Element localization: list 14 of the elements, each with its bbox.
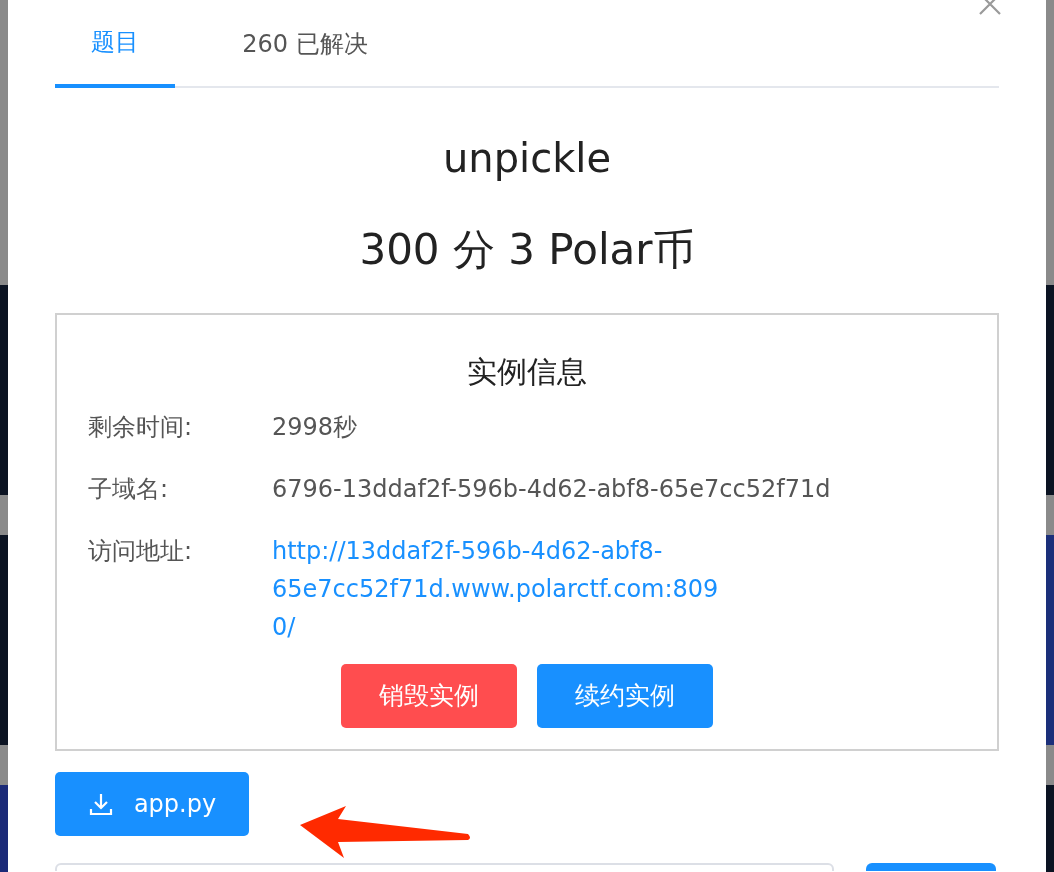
field-label: 访问地址:	[88, 536, 194, 567]
access-link[interactable]: http://13ddaf2f-596b-4d62-abf8-65e7cc52f71d.www.polarctf.com:8090/	[272, 532, 732, 646]
panel-heading: 实例信息	[466, 353, 588, 391]
download-button[interactable]: app.py	[55, 772, 249, 836]
destroy-button[interactable]: 销毁实例	[341, 664, 517, 728]
tab[interactable]: 260 已解决	[175, 0, 435, 88]
field-label: 子域名:	[88, 474, 170, 505]
tab[interactable]: 题目	[55, 0, 175, 88]
challenge-reward: 300 分 3 Polar币	[358, 225, 696, 275]
field-value: 2998秒	[272, 412, 358, 443]
field-value: 6796-13ddaf2f-596b-4d62-abf8-65e7cc52f71d	[272, 474, 831, 505]
challenge-title: unpickle	[441, 134, 613, 182]
renew-button[interactable]: 续约实例	[537, 664, 713, 728]
field-label: 剩余时间:	[88, 412, 194, 443]
